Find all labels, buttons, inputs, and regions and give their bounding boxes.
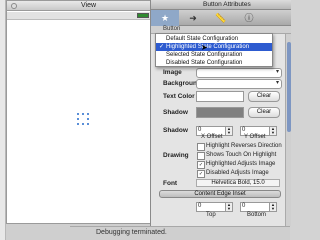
text-color-label: Text Color [163, 93, 195, 100]
tab-identity[interactable]: ⓘ [235, 10, 263, 26]
background-popup[interactable]: ▾ [196, 79, 282, 89]
font-field[interactable]: Helvetica Bold, 15.0 [196, 179, 280, 187]
edge-inset-popup[interactable]: Content Edge Inset [159, 190, 281, 198]
inspector-scrollbar[interactable] [285, 34, 291, 226]
drawing-label: Drawing [163, 152, 189, 159]
resize-handle[interactable] [82, 113, 84, 115]
x-offset-value: 0 [198, 127, 202, 133]
resize-handle[interactable] [77, 118, 79, 120]
selected-button-handles[interactable] [77, 113, 89, 125]
resize-handle[interactable] [77, 123, 79, 125]
view-window: View [6, 0, 154, 224]
section-label: Button [163, 26, 181, 32]
tab-size[interactable]: 📏 [207, 10, 235, 26]
mouse-cursor-icon: ➤ [201, 43, 208, 52]
x-offset-stepper[interactable]: ▲ ▼ [225, 126, 233, 136]
tab-connections[interactable]: ➜ [179, 10, 207, 26]
scrollbar-thumb[interactable] [287, 42, 291, 132]
checkmark-icon: ✓ [159, 44, 165, 50]
resize-handle[interactable] [82, 123, 84, 125]
menu-item-disabled-state[interactable]: Disabled State Configuration [156, 59, 272, 67]
tab-attributes[interactable]: ★ [151, 10, 179, 26]
y-offset-value: 0 [242, 127, 246, 133]
font-label: Font [163, 180, 178, 187]
inspector-titlebar[interactable]: Button Attributes [151, 0, 291, 10]
shadow-offset-label: Shadow [163, 127, 188, 134]
battery-icon [137, 13, 149, 18]
resize-handle[interactable] [87, 118, 89, 120]
shadow-color-label: Shadow [163, 109, 188, 116]
x-offset-label: X Offset [201, 134, 223, 140]
status-message: Debugging terminated. [96, 229, 167, 236]
highlight-reverses-checkbox[interactable] [197, 143, 205, 151]
resize-handle[interactable] [87, 113, 89, 115]
image-popup[interactable]: ▾ [196, 68, 282, 78]
resize-handle[interactable] [77, 113, 79, 115]
shows-touch-checkbox[interactable] [197, 152, 205, 160]
chevron-down-icon: ▾ [275, 80, 279, 86]
inspector-tab-bar: ★ ➜ 📏 ⓘ [151, 10, 291, 26]
disabled-adjusts-checkbox[interactable]: ✓ [197, 170, 205, 178]
chevron-down-icon: ▾ [275, 69, 279, 75]
resize-handle[interactable] [87, 123, 89, 125]
highlighted-adjusts-checkbox[interactable]: ✓ [197, 161, 205, 169]
highlight-reverses-label: Highlight Reverses Direction [206, 143, 282, 149]
inspector-title: Button Attributes [203, 1, 251, 8]
clear-shadow-button[interactable]: Clear [248, 107, 280, 118]
bottom-label: Bottom [247, 212, 267, 218]
bottom-inset-stepper[interactable]: ▲ ▼ [269, 202, 277, 212]
simulated-status-bar [7, 12, 153, 20]
disabled-adjusts-label: Disabled Adjusts Image [206, 170, 269, 176]
y-offset-label: Y Offset [244, 134, 266, 140]
text-color-swatch[interactable] [196, 91, 244, 102]
top-label: Top [206, 212, 216, 218]
bottom-inset-value: 0 [242, 203, 246, 209]
image-label: Image [163, 69, 182, 76]
menu-item-default-state[interactable]: Default State Configuration [156, 35, 272, 43]
top-inset-field[interactable]: 0 [196, 202, 226, 212]
y-offset-stepper[interactable]: ▲ ▼ [269, 126, 277, 136]
top-inset-stepper[interactable]: ▲ ▼ [225, 202, 233, 212]
view-window-titlebar[interactable]: View [7, 1, 153, 11]
view-window-title: View [81, 2, 97, 9]
menu-item-highlighted-state[interactable]: Highlighted State Configuration [156, 43, 272, 51]
shadow-color-swatch[interactable] [196, 107, 244, 118]
clear-text-color-button[interactable]: Clear [248, 91, 280, 102]
menu-item-selected-state[interactable]: Selected State Configuration [156, 51, 272, 59]
state-configuration-menu: Default State Configuration Highlighted … [155, 33, 273, 67]
highlighted-adjusts-label: Highlighted Adjusts Image [206, 161, 276, 167]
bottom-inset-field[interactable]: 0 [240, 202, 270, 212]
close-icon[interactable] [11, 3, 17, 9]
shows-touch-label: Shows Touch On Highlight [206, 152, 277, 158]
top-inset-value: 0 [198, 203, 202, 209]
